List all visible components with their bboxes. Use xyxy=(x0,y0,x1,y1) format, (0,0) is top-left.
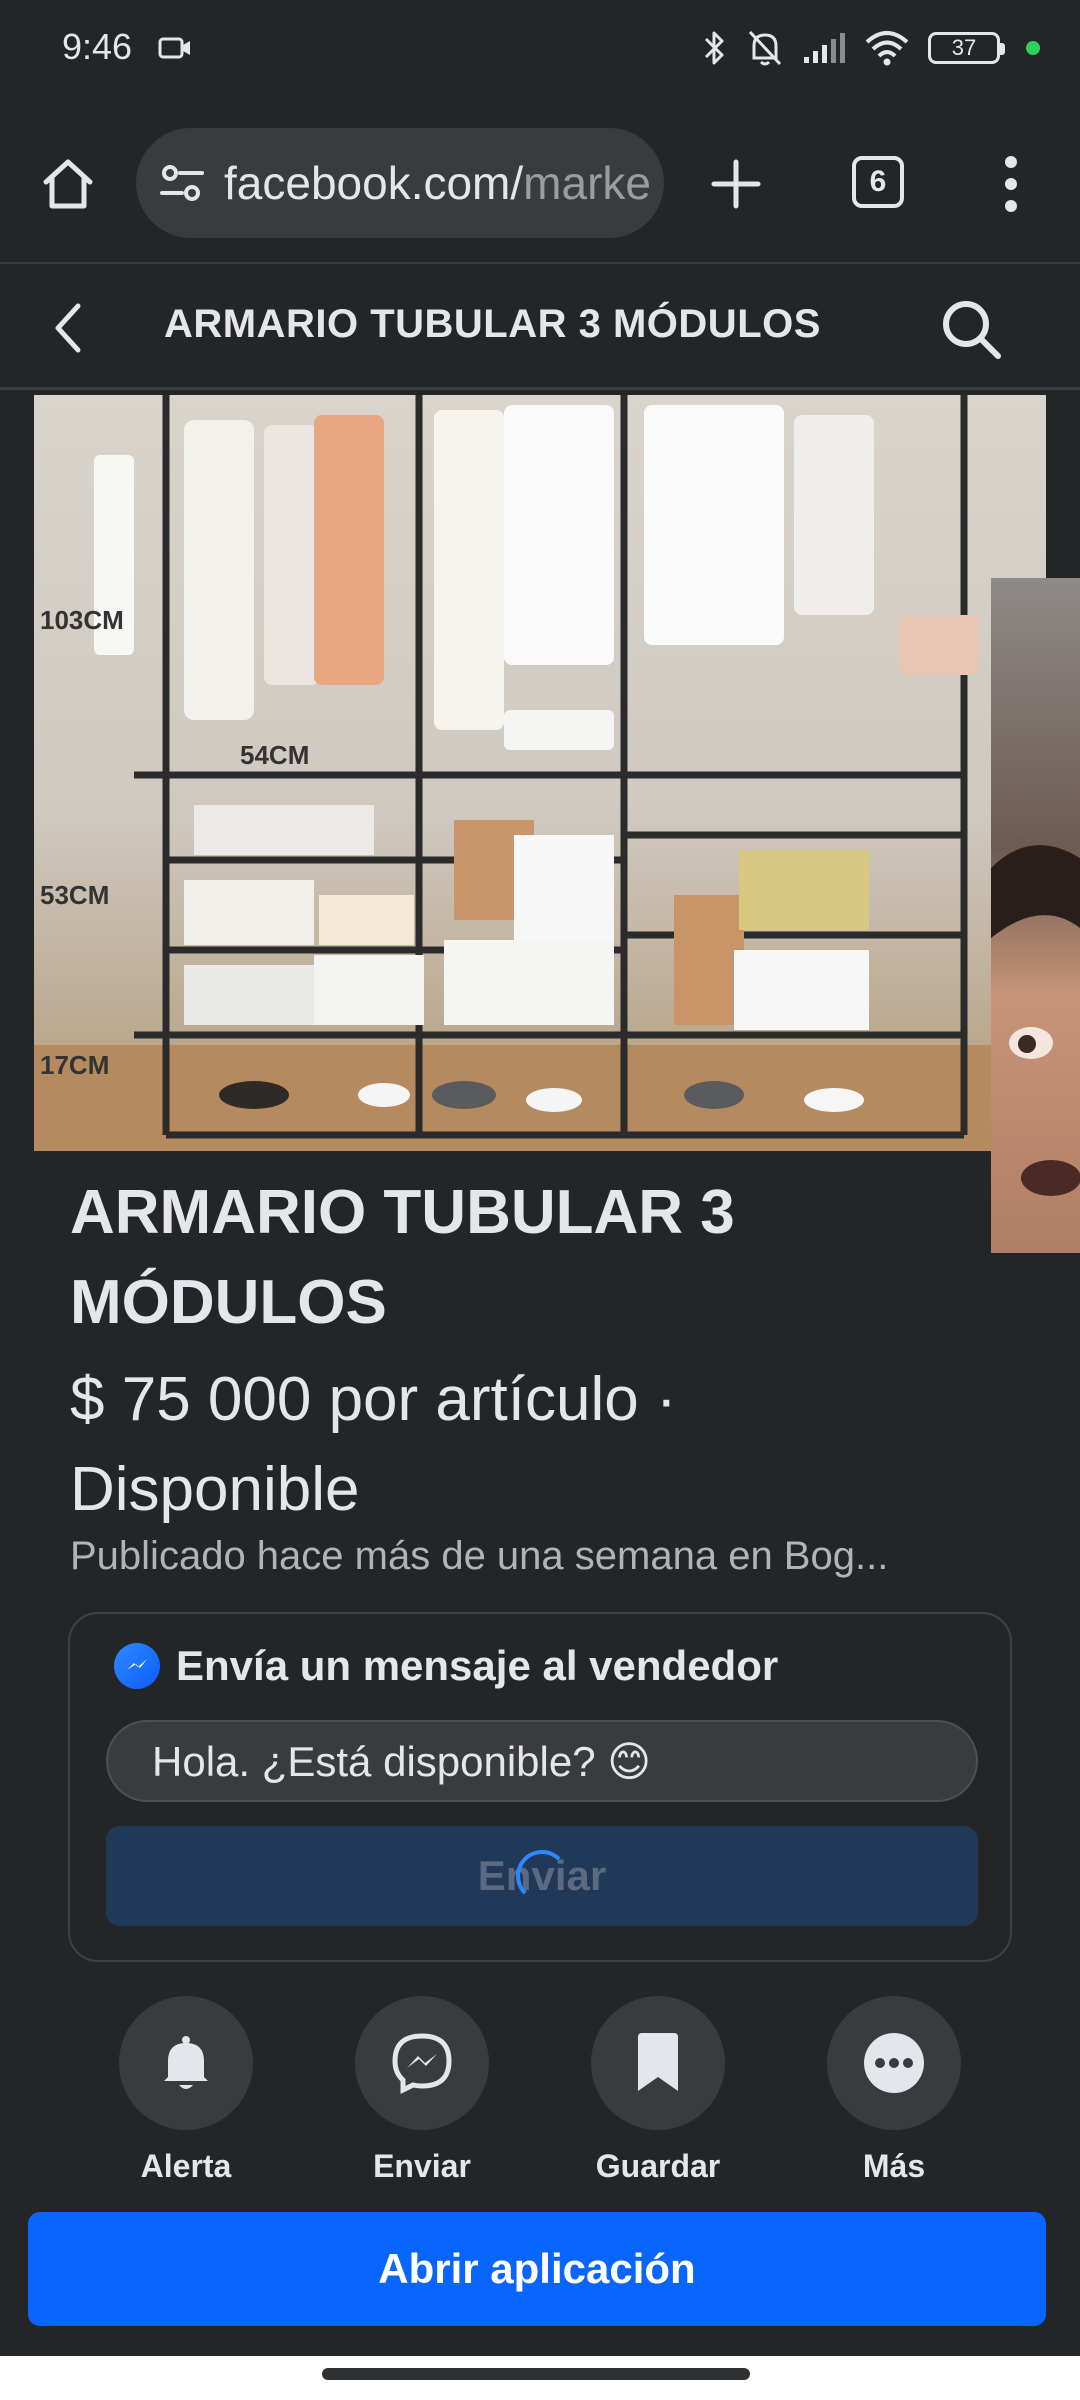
dimension-label: 103CM xyxy=(40,605,124,635)
more-vert-icon[interactable] xyxy=(996,152,1026,216)
bluetooth-icon xyxy=(704,31,724,65)
signal-icon xyxy=(804,33,845,63)
send-label: Enviar xyxy=(373,2148,471,2184)
system-navigation-bar xyxy=(0,2356,1080,2400)
save-label: Guardar xyxy=(595,2148,721,2184)
tab-switcher-button[interactable]: 6 xyxy=(852,156,904,208)
wardrobe-illustration xyxy=(34,395,1046,1151)
new-tab-icon[interactable] xyxy=(706,154,766,214)
message-seller-card: Envía un mensaje al vendedor Hola. ¿Está… xyxy=(68,1612,1012,1962)
alert-button[interactable]: Alerta xyxy=(86,1996,286,2186)
product-title: ARMARIO TUBULAR 3 MÓDULOS xyxy=(70,1178,735,1337)
home-icon[interactable] xyxy=(38,154,98,214)
back-arrow-icon[interactable] xyxy=(44,298,94,358)
open-app-button[interactable]: Abrir aplicación xyxy=(28,2212,1046,2326)
url-text[interactable]: facebook.com/marke xyxy=(224,156,651,210)
open-app-bar: Abrir aplicación xyxy=(0,2186,1080,2356)
url-host: facebook.com/ xyxy=(224,157,524,209)
url-path: marke xyxy=(523,157,651,209)
battery-indicator: 37 xyxy=(928,32,1005,64)
privacy-indicator-dot xyxy=(1026,41,1040,55)
floating-video-overlay[interactable] xyxy=(991,578,1080,1253)
product-price: $ 75 000 por artículo · Disponible xyxy=(70,1365,677,1524)
message-card-header: Envía un mensaje al vendedor xyxy=(114,1642,778,1690)
bookmark-icon[interactable] xyxy=(591,1996,725,2130)
product-photo[interactable]: 103CM 54CM 53CM 17CM xyxy=(34,395,1046,1151)
dimension-label: 17CM xyxy=(40,1050,110,1080)
message-card-title: Envía un mensaje al vendedor xyxy=(176,1642,779,1689)
address-bar[interactable]: facebook.com/marke xyxy=(136,128,664,238)
dimension-label: 53CM xyxy=(40,880,110,910)
send-message-button[interactable]: Enviar xyxy=(106,1826,978,1926)
listing-meta[interactable]: Publicado hace más de una semana en Bog.… xyxy=(70,1534,1000,1579)
alert-label: Alerta xyxy=(140,2148,232,2184)
wifi-icon xyxy=(865,31,909,66)
save-button[interactable]: Guardar xyxy=(558,1996,758,2186)
page-title: ARMARIO TUBULAR 3 MÓDULOS xyxy=(164,302,821,346)
face-thumbnail xyxy=(991,845,1080,1196)
bell-icon[interactable] xyxy=(119,1996,253,2130)
dimension-label: 54CM xyxy=(240,740,310,770)
status-icons: 37 xyxy=(702,26,1040,70)
loading-spinner-icon xyxy=(516,1850,568,1902)
more-button[interactable]: Más xyxy=(794,1996,994,2186)
bell-muted-icon xyxy=(748,30,782,66)
screen-record-icon xyxy=(158,37,190,59)
status-bar: 9:46 37 xyxy=(0,0,1080,100)
messenger-icon[interactable] xyxy=(355,1996,489,2130)
site-settings-icon[interactable] xyxy=(158,159,206,207)
browser-toolbar: facebook.com/marke 6 xyxy=(0,100,1080,262)
action-buttons-row: Alerta Enviar Guardar Más xyxy=(0,1996,1080,2186)
messenger-icon xyxy=(114,1643,160,1689)
status-time: 9:46 xyxy=(62,26,133,67)
more-label: Más xyxy=(862,2148,926,2184)
page-header: ARMARIO TUBULAR 3 MÓDULOS xyxy=(0,262,1080,390)
share-messenger-button[interactable]: Enviar xyxy=(322,1996,522,2186)
message-input[interactable]: Hola. ¿Está disponible? 😊 xyxy=(106,1720,978,1802)
more-icon[interactable] xyxy=(827,1996,961,2130)
search-icon[interactable] xyxy=(936,294,1006,364)
gesture-handle[interactable] xyxy=(322,2368,750,2380)
